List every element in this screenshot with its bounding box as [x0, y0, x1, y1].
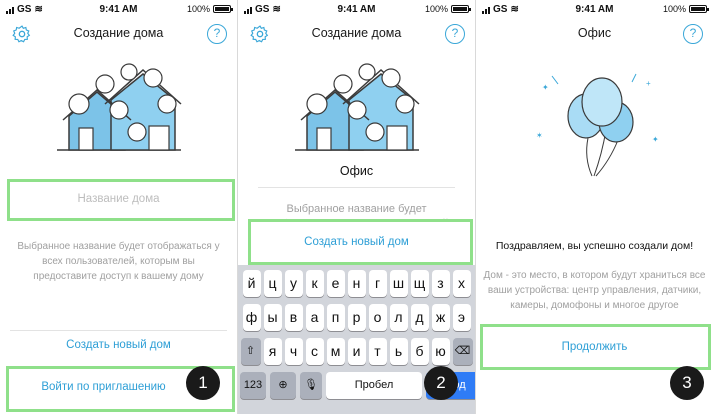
shift-key[interactable]: ⇧	[240, 338, 261, 365]
keyboard-row-2: фывапролджэ	[240, 304, 473, 331]
keyboard-key[interactable]: у	[284, 270, 303, 297]
help-icon[interactable]: ?	[207, 24, 227, 44]
input-underline	[258, 187, 455, 188]
help-icon[interactable]: ?	[445, 24, 465, 44]
keyboard-key[interactable]: г	[368, 270, 387, 297]
keyboard-key[interactable]: р	[347, 304, 366, 331]
status-bar: GS ≋ 9:41 AM 100%	[238, 0, 475, 20]
keyboard-key[interactable]: т	[368, 338, 387, 365]
status-bar: GS ≋ 9:41 AM 100%	[476, 0, 713, 20]
keyboard-key[interactable]: в	[284, 304, 303, 331]
svg-text:✦: ✦	[542, 83, 549, 92]
keyboard-key[interactable]: ь	[389, 338, 408, 365]
success-message: Поздравляем, вы успешно создали дом!	[495, 240, 694, 252]
svg-text:+: +	[646, 79, 651, 88]
keyboard-key[interactable]: з	[431, 270, 450, 297]
keyboard-key[interactable]: л	[389, 304, 408, 331]
create-home-button[interactable]: Создать новый дом	[0, 339, 237, 351]
name-hint: Выбранное название будет отображаться у …	[17, 241, 220, 282]
battery-icon	[213, 5, 233, 13]
keyboard-key[interactable]: й	[242, 270, 261, 297]
keyboard-key[interactable]: е	[326, 270, 345, 297]
keyboard-key[interactable]: м	[326, 338, 345, 365]
keyboard-key[interactable]: к	[305, 270, 324, 297]
keyboard-key[interactable]: щ	[410, 270, 429, 297]
battery-percent: 100%	[662, 4, 686, 14]
keyboard-key[interactable]: н	[347, 270, 366, 297]
screen-create-home-typing: GS ≋ 9:41 AM 100% Создание дома ? Офис Вы…	[238, 0, 475, 414]
battery-percent: 100%	[186, 4, 210, 14]
create-home-button[interactable]: Создать новый дом	[238, 236, 475, 248]
step-badge: 2	[424, 366, 458, 400]
screen-home-created: GS ≋ 9:41 AM 100% Офис ? ✦ + ✶ ✦ Поздравл…	[476, 0, 713, 414]
help-icon[interactable]: ?	[683, 24, 703, 44]
home-name-input[interactable]: Офис	[248, 164, 465, 178]
keyboard-key[interactable]: ф	[242, 304, 261, 331]
screen-create-home-empty: GS ≋ 9:41 AM 100% Создание дома ? Названи…	[0, 0, 237, 414]
keyboard-key[interactable]: б	[410, 338, 429, 365]
keyboard-key[interactable]: ч	[284, 338, 303, 365]
keyboard-key[interactable]: ы	[263, 304, 282, 331]
page-title: Создание дома	[311, 26, 402, 40]
smart-home-illustration	[294, 63, 420, 151]
step-badge: 1	[186, 366, 220, 400]
backspace-icon[interactable]: ⌫	[452, 338, 473, 365]
battery-icon	[689, 5, 709, 13]
keyboard-key[interactable]: с	[305, 338, 324, 365]
keyboard-key[interactable]: д	[410, 304, 429, 331]
continue-button[interactable]: Продолжить	[476, 341, 713, 353]
keyboard-key[interactable]: ш	[389, 270, 408, 297]
battery-percent: 100%	[424, 4, 448, 14]
numbers-key[interactable]: 123	[240, 372, 266, 399]
balloons-illustration: ✦ + ✶ ✦	[536, 73, 659, 177]
keyboard-row-3: ⇧ я ч с м и т ь б ю ⌫	[240, 338, 473, 365]
battery-icon	[451, 5, 471, 13]
divider	[10, 330, 227, 331]
keyboard-key[interactable]: ж	[431, 304, 450, 331]
keyboard-key[interactable]: ц	[263, 270, 282, 297]
keyboard-key[interactable]: и	[347, 338, 366, 365]
page-title: Создание дома	[73, 26, 164, 40]
keyboard-key[interactable]: п	[326, 304, 345, 331]
keyboard-key[interactable]: х	[452, 270, 471, 297]
home-description: Дом - это место, в котором будут хранить…	[483, 270, 706, 311]
keyboard-row-1: йцукенгшщзх	[240, 270, 473, 297]
keyboard-key[interactable]: о	[368, 304, 387, 331]
svg-text:✦: ✦	[652, 135, 659, 144]
status-bar: GS ≋ 9:41 AM 100%	[0, 0, 237, 20]
svg-text:✶: ✶	[536, 131, 543, 140]
smart-home-illustration	[56, 63, 182, 151]
space-key[interactable]: Пробел	[326, 372, 422, 399]
step-badge: 3	[670, 366, 704, 400]
globe-icon[interactable]: ⊕	[270, 372, 296, 399]
keyboard-key[interactable]: ю	[431, 338, 450, 365]
keyboard-key[interactable]: э	[452, 304, 471, 331]
keyboard-key[interactable]: я	[263, 338, 282, 365]
keyboard-key[interactable]: а	[305, 304, 324, 331]
home-name-input[interactable]: Название дома	[10, 193, 227, 205]
page-title: Офис	[577, 26, 612, 40]
microphone-icon[interactable]: 🎙	[300, 372, 322, 399]
